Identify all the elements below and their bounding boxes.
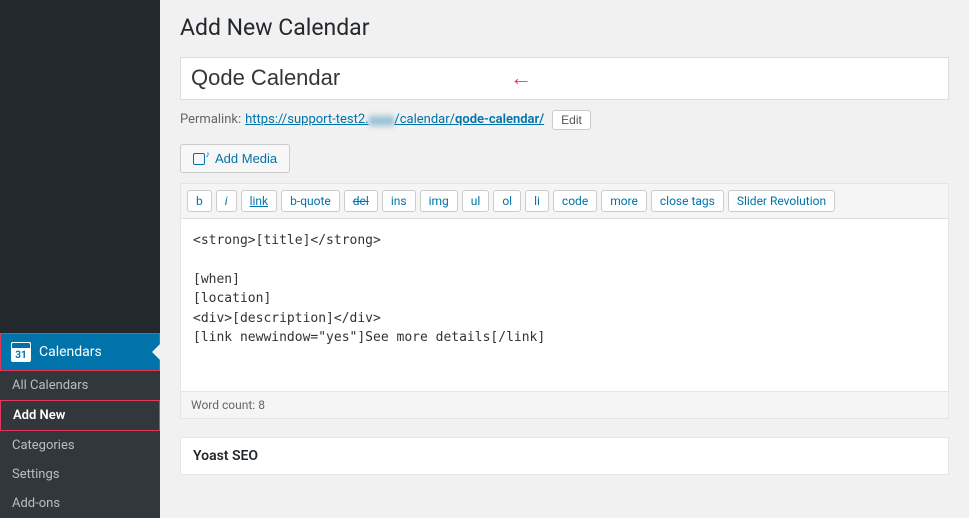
sidebar-item-add-ons[interactable]: Add-ons [0,489,160,518]
page-title: Add New Calendar [180,14,949,41]
add-media-label: Add Media [215,151,277,166]
add-media-button[interactable]: Add Media [180,144,290,173]
sidebar-item-settings[interactable]: Settings [0,460,160,489]
quicktag-img[interactable]: img [420,190,458,212]
editor-container: bilinkb-quotedelinsimgulollicodemoreclos… [180,183,949,419]
quicktag-close-tags[interactable]: close tags [651,190,724,212]
quicktag-code[interactable]: code [553,190,597,212]
sidebar-submenu: All CalendarsAdd NewCategoriesSettingsAd… [0,371,160,518]
sidebar-spacer [0,0,160,333]
main-content: Add New Calendar ← Permalink: https://su… [160,0,969,518]
permalink-link[interactable]: https://support-test2.xxxx/calendar/qode… [245,112,544,127]
sidebar-item-add-new[interactable]: Add New [0,400,160,431]
sidebar-main-label: Calendars [39,344,102,360]
quicktag-ol[interactable]: ol [493,190,521,212]
media-icon [193,151,209,165]
quicktag-ins[interactable]: ins [382,190,416,212]
metabox-title[interactable]: Yoast SEO [181,438,948,474]
word-count-bar: Word count: 8 [181,391,948,418]
quicktag-del[interactable]: del [344,190,378,212]
sidebar-item-all-calendars[interactable]: All Calendars [0,371,160,400]
content-textarea[interactable] [181,219,948,387]
quicktag-ul[interactable]: ul [462,190,490,212]
quicktags-toolbar: bilinkb-quotedelinsimgulollicodemoreclos… [181,184,948,219]
permalink-label: Permalink: [180,112,241,127]
calendar-icon: 31 [11,342,31,362]
sidebar-item-calendars[interactable]: 31 Calendars [0,333,160,371]
post-title-input[interactable] [180,57,949,100]
quicktag-li[interactable]: li [525,190,549,212]
edit-permalink-button[interactable]: Edit [552,110,591,130]
title-wrap: ← [180,57,949,100]
quicktag-b-quote[interactable]: b-quote [281,190,340,212]
quicktag-b[interactable]: b [187,190,212,212]
quicktag-more[interactable]: more [601,190,647,212]
quicktag-i[interactable]: i [216,190,237,212]
quicktag-link[interactable]: link [241,190,278,212]
sidebar-item-categories[interactable]: Categories [0,431,160,460]
yoast-metabox: Yoast SEO [180,437,949,475]
admin-sidebar: 31 Calendars All CalendarsAdd NewCategor… [0,0,160,518]
quicktag-slider-revolution[interactable]: Slider Revolution [728,190,835,212]
permalink-row: Permalink: https://support-test2.xxxx/ca… [180,110,949,130]
current-menu-arrow [152,344,160,360]
